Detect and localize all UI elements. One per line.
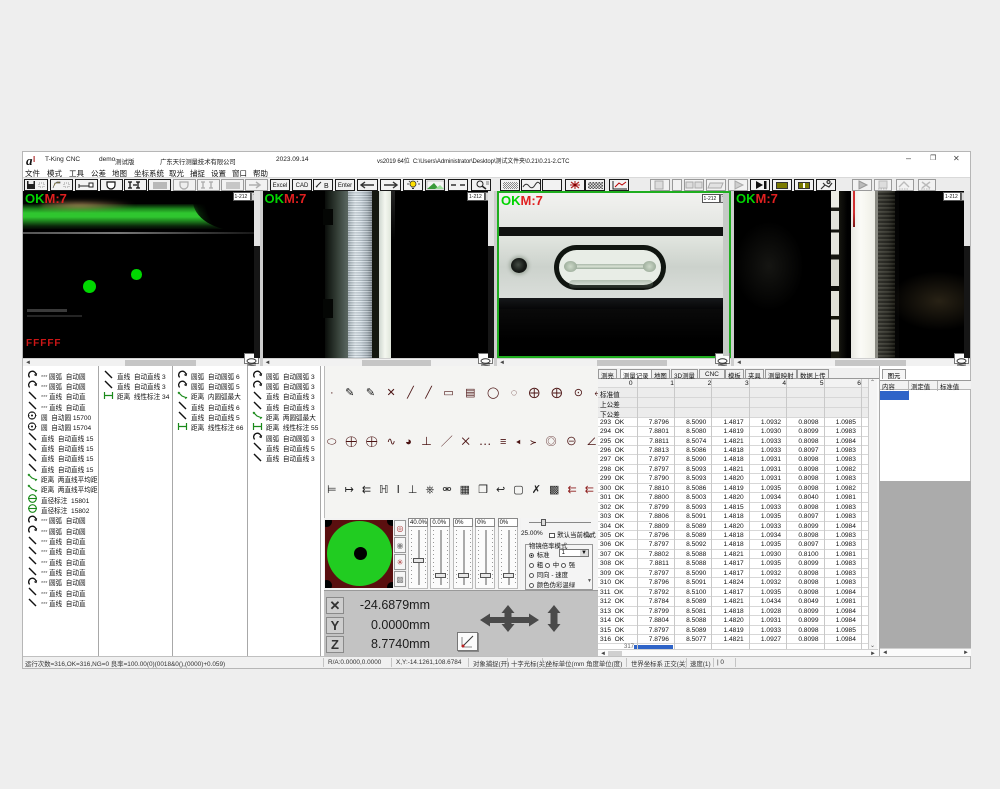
svg-text:B: B — [324, 183, 329, 190]
